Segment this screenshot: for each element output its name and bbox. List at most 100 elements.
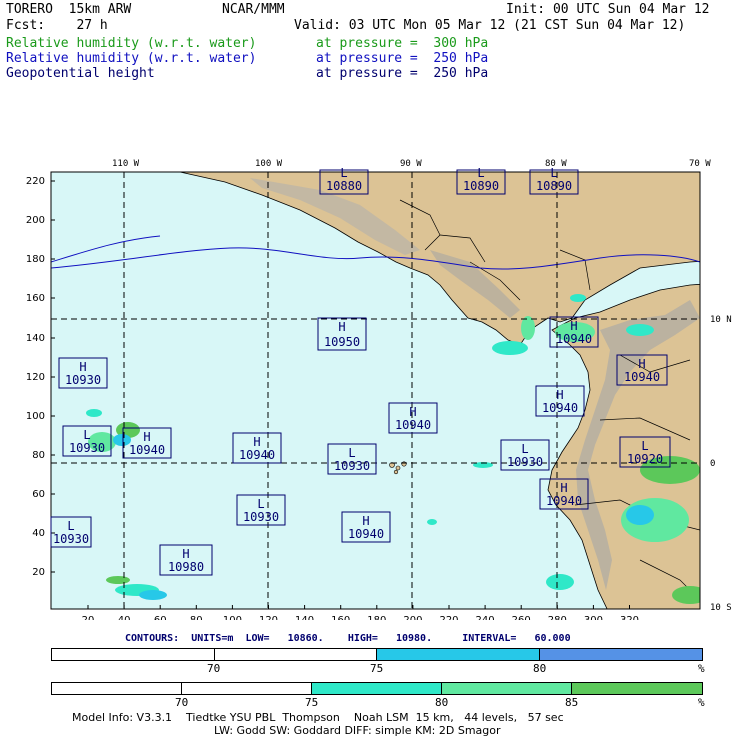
y-tick-label: 220 [26, 176, 45, 187]
x-tick-label: 280 [548, 615, 567, 620]
center-value: 10940 [239, 448, 275, 462]
center-value: 10890 [536, 179, 572, 193]
y-tick-label: 80 [32, 450, 45, 461]
low-center: L10880 [319, 166, 369, 195]
center-type: L [348, 446, 355, 460]
center-type: L [550, 166, 557, 180]
colorbar-bin [215, 649, 377, 660]
colorbar-bin [52, 649, 215, 660]
center-value: 10890 [463, 179, 499, 193]
colorbar-bin [377, 649, 540, 660]
x-tick-label: 60 [154, 615, 167, 620]
contour-info: CONTOURS: UNITS=m LOW= 10860. HIGH= 1098… [125, 633, 571, 644]
low-center: L10890 [456, 166, 506, 195]
y-tick-label: 100 [26, 411, 45, 422]
center-value: 10930 [69, 441, 105, 455]
y-tick-label: 200 [26, 215, 45, 226]
contour-label: CONTOURS: [125, 633, 180, 644]
center-type: H [79, 360, 86, 374]
lon-label: 70 W [689, 159, 711, 169]
model-name: TORERO 15km ARW [6, 2, 132, 17]
center-type: L [641, 439, 648, 453]
colorbar-bin [52, 683, 182, 694]
center-value: 10980 [168, 560, 204, 574]
colorbar-300-unit: % [698, 696, 705, 709]
colorbar-300-label: 75 [305, 696, 319, 709]
center-value: 10940 [556, 332, 592, 346]
center-value: 10940 [624, 370, 660, 384]
center-type: H [570, 319, 577, 333]
colorbar-250-label: 80 [533, 662, 547, 675]
x-tick-label: 260 [512, 615, 531, 620]
center-type: H [338, 320, 345, 334]
lat-label: 10 N [710, 315, 732, 325]
forecast-hour: Fcst: 27 h [6, 18, 108, 33]
center-type: H [409, 405, 416, 419]
field-2-level: at pressure = 250 hPa [316, 51, 489, 66]
center-value: 10940 [395, 418, 431, 432]
weather-map: 110 W 100 W 90 W 80 W 70 W 10 N 0 10 S 2… [26, 159, 732, 620]
center-value: 10930 [507, 455, 543, 469]
lon-label: 110 W [112, 159, 140, 169]
latitude-labels: 10 N 0 10 S [710, 315, 732, 613]
center-type: H [182, 547, 189, 561]
x-tick-label: 80 [190, 615, 203, 620]
colorbar-300-label: 85 [565, 696, 579, 709]
x-tick-label: 320 [620, 615, 639, 620]
x-tick-label: 120 [259, 615, 278, 620]
colorbar-300-label: 80 [435, 696, 449, 709]
center-type: L [477, 166, 484, 180]
center-type: H [253, 435, 260, 449]
center-name: NCAR/MMM [222, 2, 285, 17]
model-info: Model Info: V3.3.1 Tiedtke YSU PBL Thomp… [72, 711, 564, 724]
x-tick-label: 240 [476, 615, 495, 620]
center-value: 10930 [65, 373, 101, 387]
colorbar-bin [182, 683, 312, 694]
colorbar-bin [442, 683, 572, 694]
field-3-name: Geopotential height [6, 66, 155, 81]
x-tick-label: 220 [439, 615, 458, 620]
center-type: H [143, 430, 150, 444]
center-value: 10940 [542, 401, 578, 415]
center-type: L [67, 519, 74, 533]
contour-low: LOW= 10860. [245, 633, 324, 644]
center-value: 10940 [546, 494, 582, 508]
center-value: 10930 [53, 532, 89, 546]
center-value: 10950 [324, 335, 360, 349]
y-tick-label: 20 [32, 567, 45, 578]
center-value: 10920 [627, 452, 663, 466]
field-3-level: at pressure = 250 hPa [316, 66, 489, 81]
x-tick-label: 300 [584, 615, 603, 620]
colorbar-250hpa [51, 648, 703, 661]
contour-units: UNITS=m [191, 633, 234, 644]
center-value: 10930 [243, 510, 279, 524]
center-type: H [556, 388, 563, 402]
x-tick-label: 40 [118, 615, 131, 620]
center-type: L [83, 428, 90, 442]
lon-label: 90 W [400, 159, 422, 169]
center-type: L [257, 497, 264, 511]
colorbar-bin [572, 683, 702, 694]
colorbar-250-label: 70 [207, 662, 221, 675]
contour-high: HIGH= 10980. [347, 633, 433, 644]
lat-label: 10 S [710, 603, 732, 613]
center-type: L [521, 442, 528, 456]
colorbar-bin [540, 649, 702, 660]
y-tick-label: 40 [32, 528, 45, 539]
y-tick-label: 60 [32, 489, 45, 500]
physics-info: LW: Godd SW: Goddard DIFF: simple KM: 2D… [214, 724, 501, 737]
center-value: 10880 [326, 179, 362, 193]
y-tick-label: 120 [26, 372, 45, 383]
y-tick-label: 180 [26, 254, 45, 265]
lat-label: 0 [710, 459, 715, 469]
field-1-name: Relative humidity (w.r.t. water) [6, 36, 257, 51]
colorbar-250-unit: % [698, 662, 705, 675]
center-type: H [362, 514, 369, 528]
x-tick-label: 140 [295, 615, 314, 620]
x-tick-label: 160 [331, 615, 350, 620]
longitude-labels: 110 W 100 W 90 W 80 W 70 W [112, 159, 711, 169]
center-type: L [340, 166, 347, 180]
colorbar-bin [312, 683, 442, 694]
center-value: 10940 [348, 527, 384, 541]
valid-time: Valid: 03 UTC Mon 05 Mar 12 (21 CST Sun … [294, 18, 686, 33]
